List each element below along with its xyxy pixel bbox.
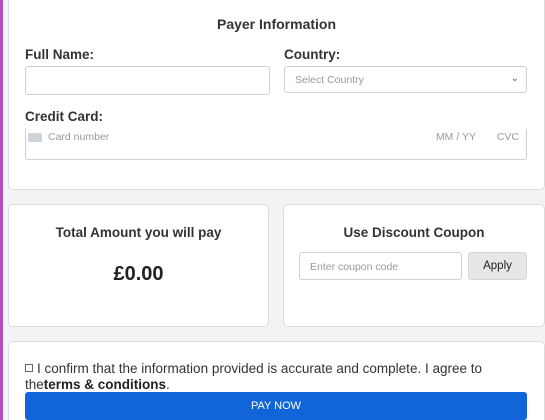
pay-now-button[interactable]: PAY NOW <box>25 392 527 420</box>
card-number-placeholder: Card number <box>48 131 110 143</box>
apply-coupon-button[interactable]: Apply <box>468 252 527 280</box>
total-amount-card: Total Amount you will pay £0.00 <box>8 204 269 327</box>
chevron-down-icon: ⌄ <box>510 73 519 84</box>
payer-information-title: Payer Information <box>216 16 337 32</box>
left-accent-bar <box>0 0 3 420</box>
country-select-placeholder: Select Country <box>295 74 364 86</box>
terms-conditions-link[interactable]: terms & conditions <box>44 377 166 392</box>
credit-card-icon <box>28 133 42 142</box>
confirmation-period: . <box>166 377 170 392</box>
expiry-placeholder: MM / YY <box>435 131 476 143</box>
total-amount-value: £0.00 <box>113 263 164 285</box>
country-label: Country: <box>284 47 341 62</box>
discount-coupon-title: Use Discount Coupon <box>343 225 485 240</box>
cvc-placeholder: CVC <box>496 131 519 143</box>
payer-information-card: Payer Information Full Name: Country: Se… <box>8 0 545 190</box>
confirmation-statement: I confirm that the information provided … <box>25 361 505 393</box>
confirmation-card: I confirm that the information provided … <box>8 341 545 420</box>
total-amount-title: Total Amount you will pay <box>55 225 222 240</box>
credit-card-label: Credit Card: <box>25 109 104 124</box>
coupon-code-input[interactable]: Enter coupon code <box>299 252 462 280</box>
full-name-label: Full Name: <box>25 47 95 62</box>
full-name-input[interactable] <box>25 66 270 95</box>
confirm-checkbox[interactable] <box>25 364 33 372</box>
coupon-code-placeholder: Enter coupon code <box>310 261 399 273</box>
country-select[interactable]: Select Country ⌄ <box>284 66 527 93</box>
credit-card-input[interactable]: Card number MM / YY CVC <box>25 129 527 160</box>
discount-coupon-card: Use Discount Coupon Enter coupon code Ap… <box>283 204 545 327</box>
